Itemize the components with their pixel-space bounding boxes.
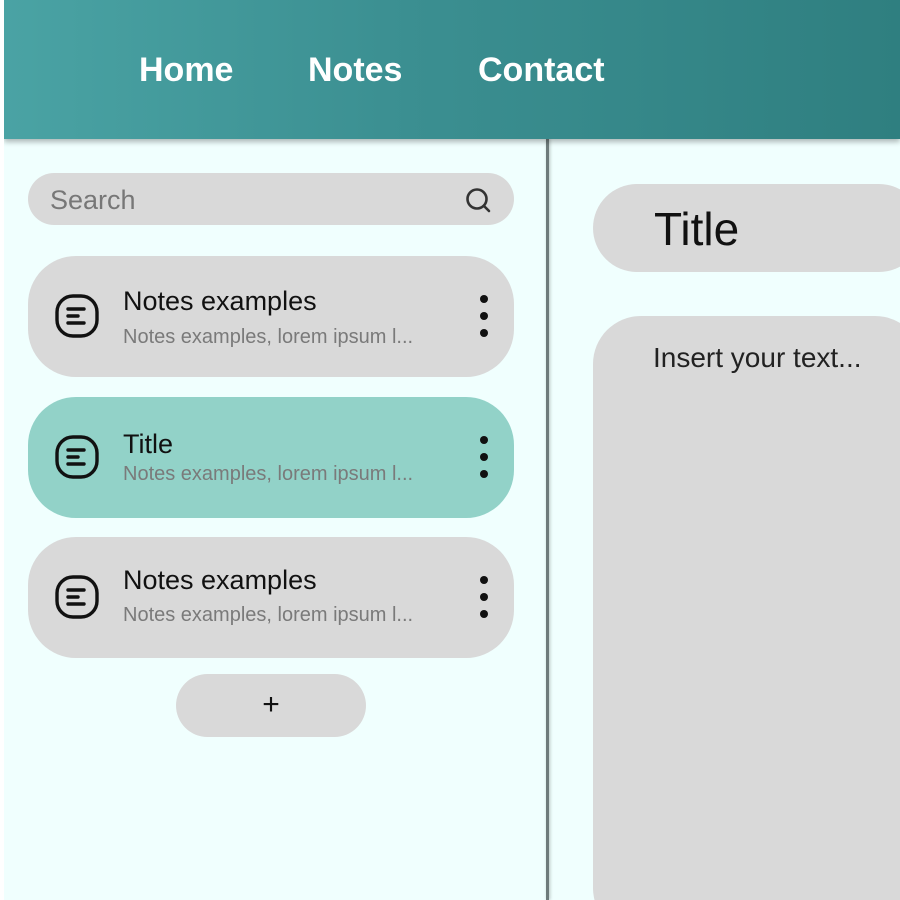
search-input[interactable]: Search <box>28 173 514 225</box>
nav-contact-link[interactable]: Contact <box>478 50 605 90</box>
note-list-item[interactable]: Notes examples Notes examples, lorem ips… <box>28 537 514 658</box>
note-icon <box>55 575 99 619</box>
notes-app: Home Notes Contact Search Notes examples… <box>4 0 900 900</box>
note-list-item[interactable]: Notes examples Notes examples, lorem ips… <box>28 256 514 377</box>
panel-divider <box>546 139 549 900</box>
top-navigation-bar: Home Notes Contact <box>4 0 900 139</box>
note-preview: Notes examples, lorem ipsum l... <box>123 326 414 348</box>
note-preview: Notes examples, lorem ipsum l... <box>123 463 414 485</box>
notes-sidebar: Search Notes examples Notes examples, lo… <box>4 139 547 900</box>
nav-notes-link[interactable]: Notes <box>308 50 402 90</box>
note-icon <box>55 294 99 338</box>
add-note-button[interactable]: + <box>176 674 366 737</box>
note-body-placeholder: Insert your text... <box>653 342 862 373</box>
note-title: Title <box>123 429 174 459</box>
note-title: Notes examples <box>123 286 317 316</box>
more-options-icon[interactable] <box>478 574 490 620</box>
search-icon[interactable] <box>464 186 492 214</box>
search-placeholder: Search <box>50 185 136 215</box>
note-title-field[interactable]: Title <box>593 184 900 272</box>
more-options-icon[interactable] <box>478 293 490 339</box>
note-title-value: Title <box>654 203 740 255</box>
note-icon <box>55 435 99 479</box>
more-options-icon[interactable] <box>478 434 490 480</box>
nav-home-link[interactable]: Home <box>139 50 233 90</box>
note-list-item-active[interactable]: Title Notes examples, lorem ipsum l... <box>28 397 514 518</box>
note-title: Notes examples <box>123 565 317 595</box>
note-preview: Notes examples, lorem ipsum l... <box>123 604 414 626</box>
note-body-textarea[interactable]: Insert your text... <box>593 316 900 900</box>
